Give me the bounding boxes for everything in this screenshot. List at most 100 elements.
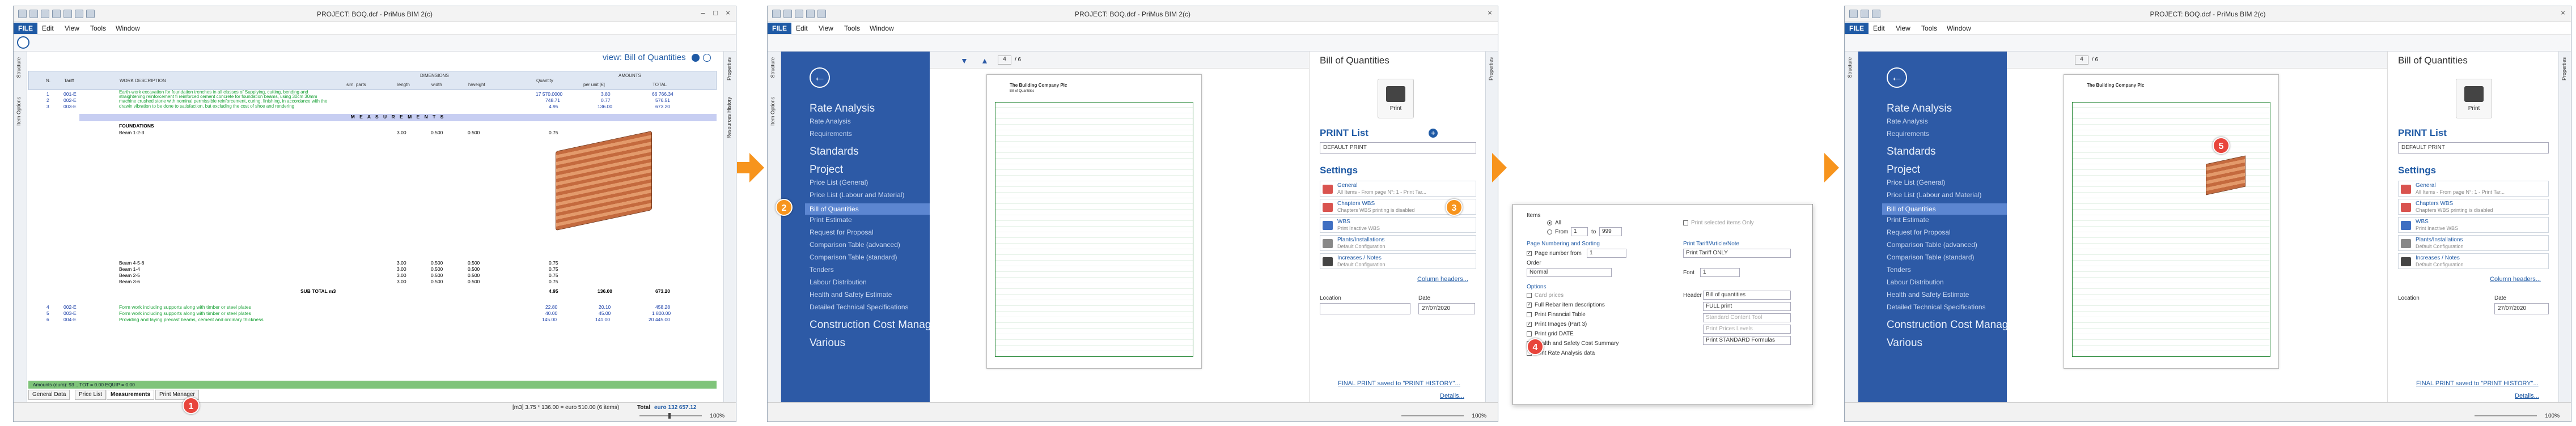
setting-increases[interactable]: Increases / Notes Default Configuration bbox=[1320, 253, 1476, 269]
backstage-item[interactable]: Print Estimate bbox=[1887, 216, 1929, 224]
nav-down-icon[interactable]: ▼ bbox=[960, 56, 968, 65]
menu-window[interactable]: Window bbox=[870, 24, 894, 32]
side-tab-structure[interactable]: Structure bbox=[16, 57, 24, 78]
setting-general[interactable]: General All Items - From page N°: 1 - Pri… bbox=[1320, 181, 1476, 197]
backstage-item[interactable]: Comparison Table (advanced) bbox=[1887, 241, 1977, 249]
side-tab-item-options[interactable]: Item Options bbox=[770, 97, 778, 126]
setting-wbs[interactable]: WBS Print Inactive WBS bbox=[1320, 217, 1476, 233]
backstage-item[interactable]: Construction Cost Manag bbox=[1887, 319, 2008, 331]
backstage-item[interactable]: Health and Safety Estimate bbox=[810, 291, 892, 299]
final-print-link[interactable]: FINAL PRINT saved to "PRINT HISTORY"... bbox=[2416, 380, 2539, 387]
date-input[interactable]: 27/07/2020 bbox=[1418, 303, 1475, 314]
back-arrow-icon[interactable]: ← bbox=[810, 67, 830, 88]
backstage-item[interactable]: Price List (Labour and Material) bbox=[1887, 191, 1981, 199]
gear-icon[interactable] bbox=[691, 54, 700, 62]
dialog-field[interactable]: Print Prices Levels bbox=[1703, 325, 1791, 334]
radio-all[interactable] bbox=[1547, 220, 1552, 225]
backstage-item[interactable]: Rate Analysis bbox=[1887, 117, 1928, 125]
measure-row[interactable]: Beam 4-5-6 3.00 0.500 0.500 0.75 bbox=[28, 260, 717, 266]
setting-increases[interactable]: Increases / Notes Default Configuration bbox=[2398, 253, 2549, 269]
option-checkbox[interactable] bbox=[1527, 321, 1532, 327]
final-print-link[interactable]: FINAL PRINT saved to "PRINT HISTORY"... bbox=[1338, 380, 1460, 387]
from-input[interactable]: 1 bbox=[1571, 227, 1588, 236]
backstage-item[interactable]: Comparison Table (standard) bbox=[810, 253, 897, 261]
setting-wbs[interactable]: WBS Print Inactive WBS bbox=[2398, 217, 2549, 233]
close-icon[interactable]: × bbox=[722, 8, 734, 19]
dialog-field[interactable]: Print STANDARD Formulas bbox=[1703, 336, 1791, 345]
print-button[interactable]: Print bbox=[2456, 79, 2492, 118]
side-tab-properties[interactable]: Properties bbox=[1488, 57, 1496, 80]
backstage-item[interactable]: Labour Distribution bbox=[1887, 278, 1944, 286]
menu-window[interactable]: Window bbox=[1947, 24, 1971, 32]
setting-chapters[interactable]: Chapters WBS Chapters WBS printing is dis… bbox=[2398, 199, 2549, 215]
measure-row[interactable]: Beam 1-4 3.00 0.500 0.500 0.75 bbox=[28, 266, 717, 272]
back-arrow-icon[interactable]: ← bbox=[1887, 67, 1907, 88]
backstage-item[interactable]: Price List (General) bbox=[810, 178, 868, 186]
option-checkbox[interactable] bbox=[1527, 301, 1532, 308]
menu-file[interactable]: FILE bbox=[14, 23, 37, 34]
backstage-item[interactable]: Rate Analysis bbox=[810, 117, 851, 125]
backstage-item[interactable]: Requirements bbox=[1887, 130, 1929, 138]
backstage-item[interactable]: Request for Proposal bbox=[810, 228, 874, 236]
backstage-item[interactable]: Tenders bbox=[810, 266, 834, 274]
measure-row[interactable]: Beam 1-2-3 3.00 0.500 0.500 0.75 bbox=[28, 130, 717, 136]
side-tab-structure[interactable]: Structure bbox=[770, 57, 778, 78]
order-select[interactable]: Normal bbox=[1527, 268, 1612, 277]
side-tab-properties[interactable]: Properties bbox=[726, 57, 734, 80]
to-input[interactable]: 999 bbox=[1599, 227, 1622, 236]
print-button[interactable]: Print bbox=[1378, 79, 1414, 118]
header-select[interactable]: Bill of quantities bbox=[1703, 291, 1791, 300]
backstage-item[interactable]: Project bbox=[1887, 164, 1920, 176]
zoom-knob[interactable] bbox=[668, 413, 671, 419]
backstage-item[interactable]: Price List (General) bbox=[1887, 178, 1945, 186]
backstage-item[interactable]: Requirements bbox=[810, 130, 852, 138]
table-row[interactable]: 6 004-E Providing and laying precast beams… bbox=[28, 317, 717, 323]
backstage-item[interactable]: Detailed Technical Specifications bbox=[810, 303, 909, 311]
side-tab-item-options[interactable]: Item Options bbox=[16, 97, 24, 126]
print-list-select[interactable]: DEFAULT PRINT bbox=[2398, 142, 2549, 154]
nav-up-icon[interactable]: ▲ bbox=[981, 56, 989, 65]
font-select[interactable]: 1 bbox=[1700, 268, 1740, 277]
table-row[interactable]: 4 002-E Form work including supports along… bbox=[28, 304, 717, 310]
page-input[interactable]: 4 bbox=[2075, 56, 2088, 65]
tab-price-list[interactable]: Price List bbox=[75, 390, 107, 400]
help-icon[interactable] bbox=[703, 54, 711, 62]
option-checkbox[interactable] bbox=[1527, 293, 1532, 298]
backstage-item[interactable]: Various bbox=[810, 337, 845, 350]
backstage-item[interactable]: Various bbox=[1887, 337, 1922, 350]
backstage-item[interactable]: Comparison Table (standard) bbox=[1887, 253, 1975, 261]
backstage-item[interactable]: Tenders bbox=[1887, 266, 1911, 274]
backstage-item[interactable]: Labour Distribution bbox=[810, 278, 867, 286]
page-number-checkbox[interactable] bbox=[1527, 250, 1532, 256]
side-tab-structure[interactable]: Structure bbox=[1847, 57, 1855, 78]
setting-plants[interactable]: Plants/Installations Default Configuratio… bbox=[2398, 235, 2549, 251]
measure-row[interactable]: Beam 2-5 3.00 0.500 0.500 0.75 bbox=[28, 272, 717, 279]
option-checkbox[interactable] bbox=[1527, 331, 1532, 336]
backstage-item[interactable]: Rate Analysis bbox=[1887, 103, 1952, 115]
backstage-item[interactable]: Bill of Quantities bbox=[1882, 203, 2007, 215]
print-tariff-select[interactable]: Print Tariff ONLY bbox=[1683, 249, 1791, 258]
maximize-icon[interactable]: □ bbox=[710, 8, 721, 19]
backstage-item[interactable]: Standards bbox=[1887, 146, 1936, 158]
side-tab-resources-history[interactable]: Resources History bbox=[726, 97, 734, 139]
menu-edit[interactable]: Edit bbox=[42, 24, 54, 32]
setting-general[interactable]: General All Items - From page N°: 1 - Pri… bbox=[2398, 181, 2549, 197]
measure-row[interactable]: Beam 3-6 3.00 0.500 0.500 0.75 bbox=[28, 279, 717, 285]
close-icon[interactable]: × bbox=[2557, 8, 2569, 19]
location-input[interactable] bbox=[1320, 303, 1410, 314]
backstage-item[interactable]: Comparison Table (advanced) bbox=[810, 241, 900, 249]
menu-tools[interactable]: Tools bbox=[90, 24, 106, 32]
radio-from[interactable] bbox=[1547, 229, 1552, 235]
backstage-item[interactable]: Print Estimate bbox=[810, 216, 852, 224]
book-icon[interactable] bbox=[17, 36, 29, 49]
setting-plants[interactable]: Plants/Installations Default Configuratio… bbox=[1320, 235, 1476, 251]
menu-view[interactable]: View bbox=[65, 24, 79, 32]
zoom-slider[interactable] bbox=[639, 415, 702, 416]
backstage-item[interactable]: Project bbox=[810, 164, 843, 176]
menu-edit[interactable]: Edit bbox=[796, 24, 808, 32]
tab-general-data[interactable]: General Data bbox=[28, 390, 70, 400]
print-list-select[interactable]: DEFAULT PRINT bbox=[1320, 142, 1476, 154]
print-selected-checkbox[interactable] bbox=[1683, 220, 1688, 225]
backstage-item[interactable]: Bill of Quantities bbox=[805, 203, 930, 215]
zoom-slider[interactable] bbox=[2475, 415, 2537, 416]
